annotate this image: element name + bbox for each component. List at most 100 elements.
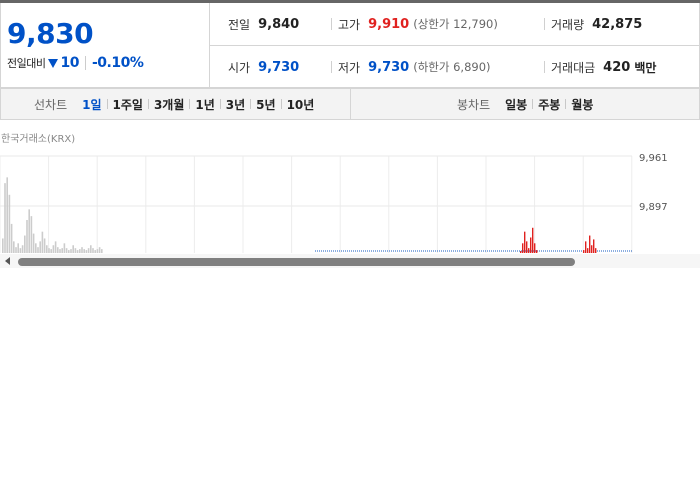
change-value: 10 (60, 55, 79, 71)
chart-bar (48, 248, 50, 253)
low-price: 저가 9,730 (하한가 6,890) (331, 46, 491, 88)
lower-limit: (하한가 6,890) (413, 60, 491, 74)
chart-bar (17, 243, 19, 253)
chart-bar (21, 245, 24, 253)
open-price: 시가 9,730 (228, 46, 299, 88)
low-value: 9,730 (368, 59, 410, 75)
chart-bar (589, 235, 591, 253)
chart-bar (39, 241, 41, 253)
scrollbar-thumb[interactable] (18, 258, 575, 266)
prev-close: 전일 9,840 (228, 3, 299, 45)
tab-3-years[interactable]: 3년 (221, 96, 250, 113)
chart-period-tabs: 선차트 1일 1주일 3개월 1년 3년 5년 10년 봉차트 일봉 주봉 월봉 (0, 88, 700, 120)
chart-bar (81, 247, 83, 253)
chart-bar (46, 245, 48, 253)
tab-3-months[interactable]: 3개월 (149, 96, 189, 113)
chart-bar (24, 235, 26, 253)
chart-scrollbar[interactable] (0, 254, 700, 268)
chart-bar (50, 249, 52, 253)
divider (544, 61, 545, 73)
info-row: 전일 9,840 고가 9,910 (상한가 12,790) 거래량 42,87… (210, 3, 699, 46)
high-label: 고가 (338, 17, 361, 32)
chart-bar (585, 241, 587, 253)
chart-bar (8, 194, 11, 253)
prev-close-value: 9,840 (258, 16, 300, 32)
y-tick-label: 9,897 (639, 202, 668, 213)
chart-bars (2, 177, 597, 253)
chart-bar (72, 245, 74, 253)
candle-chart-title: 봉차트 (457, 97, 491, 112)
line-chart-tabs: 선차트 1일 1주일 3개월 1년 3년 5년 10년 (1, 89, 351, 119)
chart-bar (37, 247, 39, 253)
chart-bar (92, 248, 94, 253)
chart-bar (526, 241, 528, 253)
prev-close-label: 전일 (228, 17, 251, 32)
chart-grid (0, 155, 633, 253)
volume-label: 거래량 (551, 17, 585, 32)
tab-daily-candle[interactable]: 일봉 (500, 96, 532, 113)
tab-weekly-candle[interactable]: 주봉 (533, 96, 565, 113)
high-value: 9,910 (368, 16, 410, 32)
chart-bar (595, 248, 597, 253)
tab-1-year[interactable]: 1년 (190, 96, 219, 113)
volume: 거래량 42,875 (544, 3, 642, 45)
divider (544, 18, 545, 30)
chart-bar (10, 223, 13, 253)
chart-bar (520, 251, 522, 253)
divider (84, 56, 86, 70)
tab-monthly-candle[interactable]: 월봉 (566, 96, 598, 113)
intraday-chart: 9,961 9,897 (0, 153, 668, 253)
candle-chart-tabs: 봉차트 일봉 주봉 월봉 (351, 89, 699, 119)
tab-5-years[interactable]: 5년 (251, 96, 280, 113)
divider (331, 18, 332, 30)
price-info-grid: 전일 9,840 고가 9,910 (상한가 12,790) 거래량 42,87… (210, 3, 699, 87)
tab-10-years[interactable]: 10년 (282, 96, 320, 113)
chart-bar (85, 250, 88, 253)
divider (331, 61, 332, 73)
market-label: 한국거래소(KRX) (1, 134, 76, 145)
trade-value-amount: 420 (603, 59, 631, 75)
chart-bar (587, 248, 589, 253)
chart-bar (43, 238, 46, 253)
left-arrow-icon[interactable] (5, 257, 10, 265)
chart-bar (54, 241, 57, 253)
chart-bar (74, 248, 77, 253)
chart-bar (87, 248, 90, 253)
chart-bar (94, 250, 96, 253)
chart-bar (530, 237, 532, 253)
price-panel: 9,830 전일대비 10 -0.10% (1, 3, 210, 87)
quote-summary: 9,830 전일대비 10 -0.10% 전일 9,840 고가 9,910 (… (0, 3, 700, 88)
low-label: 저가 (338, 60, 361, 75)
current-price: 9,830 (7, 17, 94, 50)
chart-bar (32, 233, 35, 253)
chart-bar (26, 220, 28, 253)
price-change: 전일대비 10 -0.10% (7, 53, 144, 73)
chart-bar (70, 249, 72, 253)
open-label: 시가 (228, 60, 251, 75)
y-tick-label: 9,961 (639, 153, 668, 164)
chart-bar (59, 249, 61, 253)
change-rate: -0.10% (91, 55, 144, 71)
chart-bar (41, 231, 44, 253)
triangle-down-icon (48, 58, 59, 68)
chart-bar (4, 183, 6, 253)
trade-value: 거래대금 420 백만 (544, 46, 656, 88)
info-row: 시가 9,730 저가 9,730 (하한가 6,890) 거래대금 420 백… (210, 46, 699, 88)
chart-bar (2, 238, 4, 253)
chart-bar (76, 250, 79, 253)
chart-bar (583, 250, 585, 253)
chart-bar (593, 239, 595, 253)
chart-bar (65, 248, 68, 253)
chart-bar (79, 249, 81, 253)
upper-limit: (상한가 12,790) (413, 17, 498, 31)
chart-bar (6, 177, 8, 253)
tab-1-day[interactable]: 1일 (77, 96, 106, 113)
change-label: 전일대비 (7, 57, 46, 70)
chart-bar (30, 216, 33, 253)
chart-bar (524, 231, 526, 253)
tab-1-week[interactable]: 1주일 (108, 96, 148, 113)
chart-bar (15, 247, 17, 253)
chart-bar (90, 245, 92, 253)
chart-bar (83, 249, 85, 253)
chart-bar (532, 227, 534, 253)
